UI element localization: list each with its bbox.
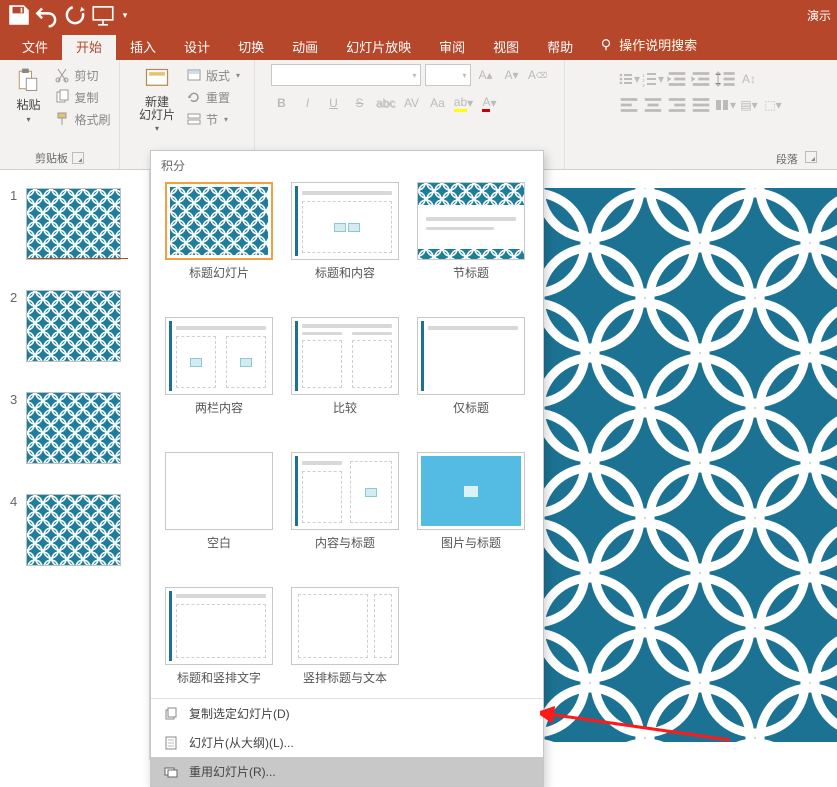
layout-option[interactable]: 标题和竖排文字 xyxy=(165,587,273,686)
layout-option[interactable]: 仅标题 xyxy=(417,317,525,416)
reuse-slides-item[interactable]: 重用幻灯片(R)... xyxy=(151,757,543,786)
slide-thumbnail[interactable] xyxy=(26,494,121,566)
bold-button[interactable]: B xyxy=(271,92,293,114)
slide-number: 4 xyxy=(10,494,20,509)
tab-view[interactable]: 视图 xyxy=(479,35,533,60)
tab-help[interactable]: 帮助 xyxy=(533,35,587,60)
font-color-button[interactable]: A▾ xyxy=(479,92,501,114)
tab-transitions[interactable]: 切换 xyxy=(224,35,278,60)
slide-thumbnail-panel[interactable]: 1 2 3 4 xyxy=(0,170,150,760)
section-button[interactable]: 节▾ xyxy=(184,108,242,130)
justify-button[interactable] xyxy=(690,94,712,116)
annotation-arrow xyxy=(540,706,740,746)
tell-me-search[interactable]: 操作说明搜索 xyxy=(587,29,709,60)
tab-slideshow[interactable]: 幻灯片放映 xyxy=(332,35,425,60)
layout-option[interactable]: 内容与标题 xyxy=(291,452,399,551)
change-case-button[interactable]: Aa xyxy=(427,92,449,114)
copy-button[interactable]: 复制 xyxy=(52,86,112,108)
tab-design[interactable]: 设计 xyxy=(170,35,224,60)
paragraph-launcher[interactable] xyxy=(805,151,817,163)
line-spacing-button[interactable] xyxy=(714,68,736,90)
new-slide-gallery: 积分 标题幻灯片 标题和内容 节标题 xyxy=(150,150,544,787)
align-text-button[interactable]: ▤▾ xyxy=(738,94,760,116)
italic-button[interactable]: I xyxy=(297,92,319,114)
duplicate-slides-item[interactable]: 复制选定幻灯片(D) xyxy=(151,699,543,728)
qat-customize-button[interactable]: ▾ xyxy=(118,3,132,27)
smartart-button[interactable]: ⬚▾ xyxy=(762,94,784,116)
columns-button[interactable]: ▾ xyxy=(714,94,736,116)
chevron-down-icon: ▾ xyxy=(155,124,159,133)
align-left-button[interactable] xyxy=(618,94,640,116)
layout-option[interactable]: 比较 xyxy=(291,317,399,416)
align-center-button[interactable] xyxy=(642,94,664,116)
layout-option[interactable]: 两栏内容 xyxy=(165,317,273,416)
layout-button[interactable]: 版式▾ xyxy=(184,64,242,86)
slide-number: 1 xyxy=(10,188,20,203)
clear-formatting-button[interactable]: A⌫ xyxy=(527,64,549,86)
tab-animations[interactable]: 动画 xyxy=(278,35,332,60)
slide-thumbnail[interactable] xyxy=(26,392,121,464)
layout-option[interactable]: 标题幻灯片 xyxy=(165,182,273,281)
shrink-font-button[interactable]: A▾ xyxy=(501,64,523,86)
shadow-button[interactable]: abc xyxy=(375,92,397,114)
cut-button[interactable]: 剪切 xyxy=(52,64,112,86)
tab-file[interactable]: 文件 xyxy=(8,35,62,60)
grow-font-button[interactable]: A▴ xyxy=(475,64,497,86)
underline-button[interactable]: U xyxy=(323,92,345,114)
svg-text:3: 3 xyxy=(642,83,645,87)
clipboard-launcher[interactable] xyxy=(72,152,84,164)
gallery-theme-name: 积分 xyxy=(151,151,543,178)
layout-option[interactable]: 图片与标题 xyxy=(417,452,525,551)
font-name-combo[interactable]: ▾ xyxy=(271,64,421,86)
ribbon-tabs: 文件 开始 插入 设计 切换 动画 幻灯片放映 审阅 视图 帮助 操作说明搜索 xyxy=(0,30,837,60)
highlight-button[interactable]: ab▾ xyxy=(453,92,475,114)
quick-access-toolbar: ▾ xyxy=(0,3,132,27)
align-right-button[interactable] xyxy=(666,94,688,116)
redo-button[interactable] xyxy=(62,3,88,27)
group-clipboard: 粘贴 ▾ 剪切 复制 格式刷 剪贴板 xyxy=(0,60,120,169)
layout-option[interactable]: 竖排标题与文本 xyxy=(291,587,399,686)
layout-option[interactable]: 空白 xyxy=(165,452,273,551)
layout-option[interactable]: 标题和内容 xyxy=(291,182,399,281)
tab-home[interactable]: 开始 xyxy=(62,35,116,60)
save-button[interactable] xyxy=(6,3,32,27)
reset-button[interactable]: 重置 xyxy=(184,86,242,108)
slide-thumbnail[interactable] xyxy=(26,188,121,260)
slide-number: 3 xyxy=(10,392,20,407)
paste-button[interactable]: 粘贴 ▾ xyxy=(6,64,50,126)
text-direction-button[interactable]: A↕ xyxy=(738,68,760,90)
numbering-button[interactable]: 123▾ xyxy=(642,68,664,90)
slides-from-outline-item[interactable]: 幻灯片(从大纲)(L)... xyxy=(151,728,543,757)
strike-button[interactable]: S xyxy=(349,92,371,114)
app-title: 演示 xyxy=(807,7,837,24)
increase-indent-button[interactable] xyxy=(690,68,712,90)
format-painter-button[interactable]: 格式刷 xyxy=(52,108,112,130)
decrease-indent-button[interactable] xyxy=(666,68,688,90)
bullets-button[interactable]: ▾ xyxy=(618,68,640,90)
title-bar: ▾ 演示 xyxy=(0,0,837,30)
char-spacing-button[interactable]: AV xyxy=(401,92,423,114)
layout-option[interactable]: 节标题 xyxy=(417,182,525,281)
tab-insert[interactable]: 插入 xyxy=(116,35,170,60)
chevron-down-icon: ▾ xyxy=(26,115,30,124)
new-slide-button[interactable]: 新建 幻灯片 ▾ xyxy=(132,64,182,135)
font-size-combo[interactable]: ▾ xyxy=(425,64,471,86)
group-paragraph: ▾ 123▾ A↕ ▾ ▤▾ ⬚▾ 段落 xyxy=(565,60,837,169)
slide-number: 2 xyxy=(10,290,20,305)
tab-review[interactable]: 审阅 xyxy=(425,35,479,60)
slide-thumbnail[interactable] xyxy=(26,290,121,362)
undo-button[interactable] xyxy=(34,3,60,27)
slideshow-from-start-button[interactable] xyxy=(90,3,116,27)
